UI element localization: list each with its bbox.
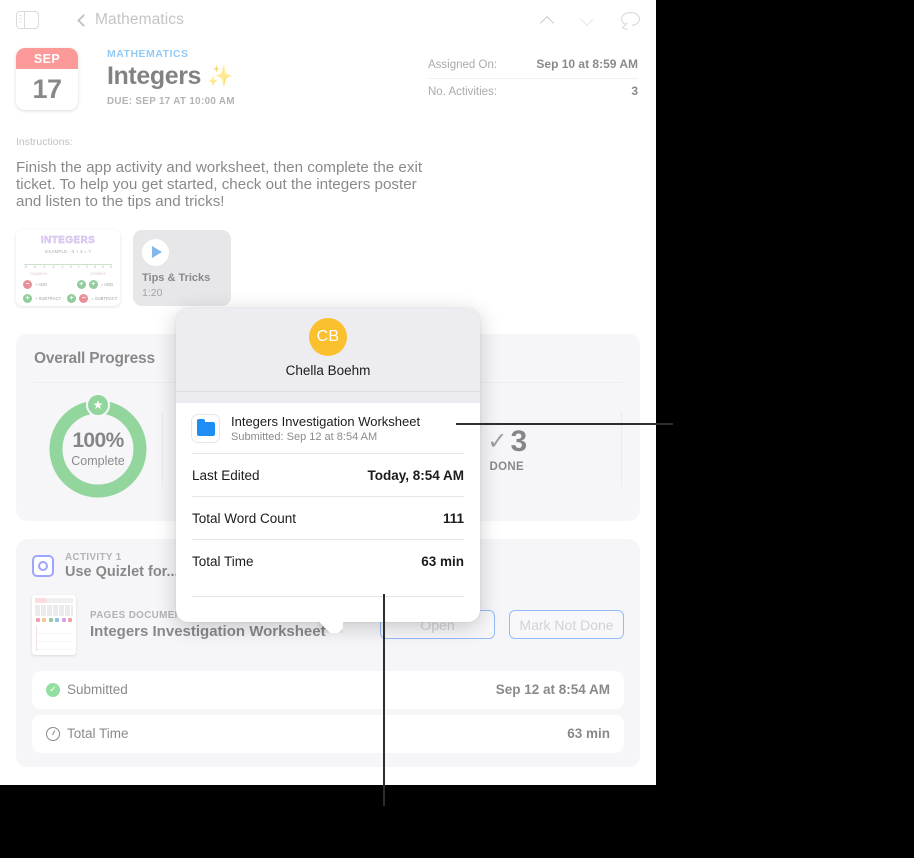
meta-value: 3 — [631, 84, 638, 98]
activity-name: Use Quizlet for... — [65, 563, 179, 580]
sidebar-toggle-icon[interactable] — [16, 11, 39, 29]
poster-rule-text: + ADD — [35, 281, 48, 287]
poster-rule-row: − + ADD + + = ADD — [23, 279, 113, 289]
clock-icon — [46, 726, 60, 741]
page-title-text: Integers — [107, 62, 202, 90]
page-title: Integers ✨ — [107, 62, 235, 91]
check-icon: ✓ — [487, 428, 507, 456]
status-value: 63 min — [567, 726, 610, 742]
attachment-list: INTEGERS EXAMPLE: -3 + 4 = ? -5 -4 -3 -2 -1 0… — [0, 211, 656, 306]
comment-bubble-icon[interactable] — [621, 11, 640, 29]
plus-sign-icon: + — [23, 293, 32, 303]
play-icon[interactable] — [142, 238, 169, 266]
student-name: Chella Boehm — [285, 363, 371, 378]
course-label: MATHEMATICS — [107, 48, 189, 60]
tips-and-tricks-audio-card[interactable]: Tips & Tricks 1:20 — [133, 229, 231, 306]
popover-file-row[interactable]: Integers Investigation Worksheet Submitt… — [176, 403, 480, 453]
progress-ring: 100% Complete ★ — [46, 392, 150, 501]
poster-rule-text: + SUBTRACT — [35, 295, 62, 301]
instructions-section: Instructions: Finish the app activity an… — [0, 110, 656, 211]
plus-sign-icon: + — [67, 293, 77, 303]
integers-poster-thumbnail[interactable]: INTEGERS EXAMPLE: -3 + 4 = ? -5 -4 -3 -2 -1 0… — [16, 229, 120, 306]
audio-duration: 1:20 — [142, 286, 163, 299]
popover-row: Last Edited Today, 8:54 AM — [192, 453, 464, 496]
minus-sign-icon: − — [23, 279, 32, 289]
calendar-month: SEP — [16, 48, 78, 69]
student-detail-popover: CB Chella Boehm Integers Investigation W… — [176, 308, 480, 633]
progress-percent: 100% — [72, 429, 124, 453]
callout-leader-line-vertical — [383, 594, 385, 806]
instructions-text: Finish the app activity and worksheet, t… — [16, 159, 423, 211]
meta-value: Sep 10 at 8:59 AM — [536, 57, 638, 71]
activity-kicker: ACTIVITY 1 — [65, 551, 122, 563]
poster-number-line — [24, 263, 112, 265]
meta-key: No. Activities: — [428, 86, 498, 98]
popover-file-submitted: Submitted: Sep 12 at 8:54 AM — [231, 431, 378, 443]
popover-row-value: Today, 8:54 AM — [367, 468, 464, 483]
instructions-label: Instructions: — [16, 136, 73, 148]
minus-sign-icon: − — [79, 293, 89, 303]
status-row-total-time: Total Time 63 min — [32, 714, 624, 753]
status-row-submitted: ✓ Submitted Sep 12 at 8:54 AM — [32, 670, 624, 709]
meta-row: No. Activities: 3 — [428, 78, 638, 105]
status-label: Total Time — [67, 726, 129, 742]
popover-header: CB Chella Boehm — [176, 308, 480, 392]
meta-row: Assigned On: Sep 10 at 8:59 AM — [428, 52, 638, 78]
status-label: Submitted — [67, 682, 128, 698]
toolbar-actions — [541, 0, 640, 40]
app-toolbar: Mathematics — [0, 0, 656, 40]
popover-row: Total Time 63 min — [192, 539, 464, 582]
due-date-calendar-badge: SEP 17 — [16, 48, 78, 110]
popover-row-key: Last Edited — [192, 468, 260, 483]
popover-row-value: 111 — [442, 511, 464, 526]
check-circle-icon: ✓ — [46, 682, 60, 697]
callout-leader-line-horizontal — [456, 423, 673, 425]
poster-title: INTEGERS — [40, 234, 96, 246]
mark-not-done-button[interactable]: Mark Not Done — [509, 610, 624, 640]
folder-icon — [192, 415, 219, 442]
plus-sign-icon: + — [88, 279, 98, 289]
chevron-up-icon[interactable] — [541, 14, 554, 27]
assignment-header: SEP 17 MATHEMATICS Integers ✨ DUE: SEP 1… — [0, 40, 656, 110]
popover-arrow — [317, 621, 343, 633]
stat-caption: DONE — [489, 460, 524, 473]
popover-row-key: Total Time — [192, 554, 254, 569]
popover-row: Total Word Count 111 — [192, 496, 464, 539]
poster-rule-text: = ADD — [100, 281, 113, 287]
quizlet-icon — [32, 554, 54, 577]
popover-row-key: Total Word Count — [192, 511, 297, 526]
poster-example: EXAMPLE: -3 + 4 = ? — [45, 248, 91, 254]
popover-row-value: 63 min — [421, 554, 464, 569]
sparkles-icon: ✨ — [207, 64, 233, 88]
popover-file-name: Integers Investigation Worksheet — [231, 414, 421, 429]
status-value: Sep 12 at 8:54 AM — [495, 682, 610, 698]
due-date-label: DUE: SEP 17 AT 10:00 AM — [107, 96, 235, 107]
calendar-day: 17 — [32, 74, 62, 104]
stat-number-group: ✓ 3 — [487, 424, 527, 459]
poster-positive-label: positive — [90, 270, 106, 276]
poster-rule-rows: − + ADD + + = ADD + + SUBTRACT + − = SUB… — [23, 279, 117, 306]
back-button[interactable]: Mathematics — [77, 11, 184, 29]
screenshot-stage: Mathematics SEP 17 MATHEMATICS Integers … — [0, 0, 914, 858]
poster-rule-text: = SUBTRACT — [91, 295, 118, 301]
popover-row-divider — [192, 596, 464, 597]
chevron-left-icon — [77, 13, 90, 27]
assignment-title-block: MATHEMATICS Integers ✨ DUE: SEP 17 AT 10… — [107, 44, 235, 110]
chevron-down-icon[interactable] — [581, 14, 594, 27]
back-button-label: Mathematics — [95, 11, 184, 28]
avatar: CB — [309, 318, 347, 356]
popover-spacer — [176, 392, 480, 403]
poster-sign-labels: negative positive — [30, 271, 106, 276]
pages-document-thumbnail[interactable] — [32, 594, 76, 655]
audio-title: Tips & Tricks — [142, 271, 211, 284]
progress-caption: Complete — [71, 454, 125, 469]
plus-sign-icon: + — [76, 279, 86, 289]
assignment-meta-list: Assigned On: Sep 10 at 8:59 AM No. Activ… — [428, 52, 638, 105]
poster-negative-label: negative — [30, 270, 48, 276]
poster-rule-row: + + SUBTRACT + − = SUBTRACT — [23, 293, 117, 303]
star-icon: ★ — [86, 392, 110, 417]
meta-key: Assigned On: — [428, 59, 498, 71]
progress-ring-wrapper: 100% Complete ★ — [34, 392, 162, 501]
stat-number: 3 — [510, 424, 527, 458]
